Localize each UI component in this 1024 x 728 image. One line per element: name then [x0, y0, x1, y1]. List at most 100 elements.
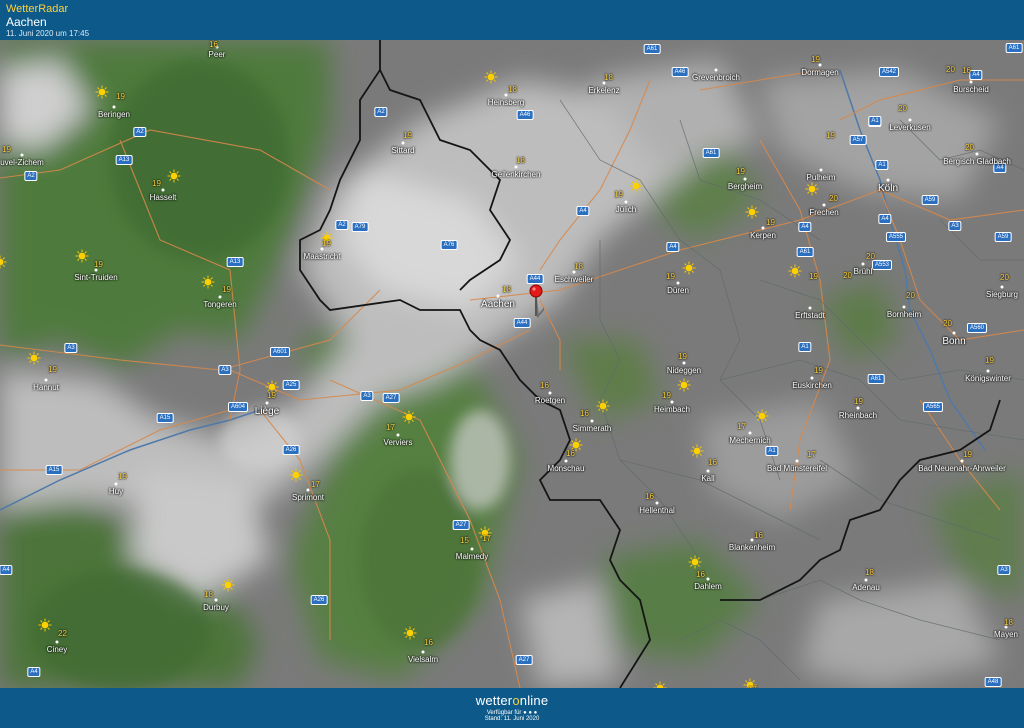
city-label[interactable]: Geilenkirchen: [492, 170, 541, 179]
city-label[interactable]: Bergisch Gladbach: [943, 157, 1011, 166]
city-dot: [761, 226, 765, 230]
city-label[interactable]: Sittard: [391, 146, 414, 155]
city-dot: [986, 369, 990, 373]
city-label[interactable]: Mayen: [994, 630, 1018, 639]
city-label[interactable]: Grevenbroich: [692, 73, 740, 82]
road-shield: A2: [133, 127, 147, 137]
city-label[interactable]: Hellenthal: [639, 506, 675, 515]
city-label[interactable]: Köln: [878, 183, 898, 194]
road-shield: A13: [115, 155, 133, 165]
city-label[interactable]: Frechen: [809, 208, 838, 217]
city-dot: [864, 578, 868, 582]
city-label[interactable]: Vielsalm: [408, 655, 438, 664]
road-shield: A48: [984, 677, 1002, 687]
city-label[interactable]: Königswinter: [965, 374, 1011, 383]
city-label[interactable]: Eschweiler: [555, 275, 594, 284]
city-dot: [1000, 285, 1004, 289]
city-label[interactable]: Malmedy: [456, 552, 488, 561]
temperature-label: 16: [209, 40, 218, 49]
city-label[interactable]: Bornheim: [887, 310, 921, 319]
city-label[interactable]: Erkelenz: [588, 86, 619, 95]
road-shield: A4: [878, 214, 892, 224]
city-label[interactable]: Adenau: [852, 583, 880, 592]
road-shield: A27: [452, 520, 470, 530]
road-shield: A13: [226, 257, 244, 267]
road-shield: A61: [796, 247, 814, 257]
city-label[interactable]: Tongeren: [203, 300, 236, 309]
city-label[interactable]: Sint-Truiden: [74, 273, 117, 282]
sun-icon: [403, 626, 417, 640]
city-label[interactable]: Euskirchen: [792, 381, 832, 390]
city-label[interactable]: Simmerath: [573, 424, 612, 433]
city-label[interactable]: Aachen: [481, 299, 515, 310]
city-label[interactable]: Heinsberg: [488, 98, 524, 107]
city-dot: [514, 165, 518, 169]
sun-icon: [167, 169, 181, 183]
city-dot: [670, 400, 674, 404]
road-shield: A79: [351, 222, 369, 232]
city-label[interactable]: Pulheim: [807, 173, 836, 182]
city-label[interactable]: Leverkusen: [889, 123, 930, 132]
temperature-label: 18: [502, 285, 511, 294]
city-label[interactable]: Siegburg: [986, 290, 1018, 299]
city-label[interactable]: Hasselt: [150, 193, 177, 202]
city-dot: [960, 459, 964, 463]
road-shield: A26: [310, 595, 328, 605]
city-label[interactable]: Bad Münstereifel: [767, 464, 827, 473]
city-label[interactable]: Blankenheim: [729, 543, 775, 552]
city-label[interactable]: Burscheid: [953, 85, 989, 94]
city-label[interactable]: uvel-Zichem: [0, 158, 44, 167]
city-label[interactable]: Düren: [667, 286, 689, 295]
city-label[interactable]: Verviers: [384, 438, 413, 447]
city-label[interactable]: Nideggen: [667, 366, 701, 375]
city-label[interactable]: Dahlem: [694, 582, 722, 591]
city-label[interactable]: Maastricht: [304, 252, 341, 261]
temperature-label: 17: [482, 534, 491, 543]
city-label[interactable]: Hannut: [33, 383, 59, 392]
app-title: WetterRadar: [6, 3, 69, 15]
city-label[interactable]: Bergheim: [728, 182, 762, 191]
road-shield: A3: [997, 565, 1011, 575]
city-label[interactable]: Kerpen: [750, 231, 776, 240]
temperature-label: 19: [267, 391, 276, 400]
city-label[interactable]: Peer: [209, 50, 226, 59]
sun-icon: [629, 179, 643, 193]
city-label[interactable]: Heimbach: [654, 405, 690, 414]
city-label[interactable]: Beringen: [98, 110, 130, 119]
city-label[interactable]: Ciney: [47, 645, 67, 654]
city-dot: [748, 431, 752, 435]
city-dot: [861, 262, 865, 266]
city-label[interactable]: Jülich: [616, 205, 636, 214]
city-label[interactable]: Mechernich: [729, 436, 770, 445]
city-label[interactable]: Kall: [701, 474, 714, 483]
road-shield: A61: [643, 44, 661, 54]
city-label[interactable]: Durbuy: [203, 603, 229, 612]
city-label[interactable]: Erftstadt: [795, 311, 825, 320]
city-label[interactable]: Monschau: [548, 464, 585, 473]
road-shield: A61: [702, 148, 720, 158]
road-shield: A2: [24, 171, 38, 181]
city-label[interactable]: Rheinbach: [839, 411, 877, 420]
temperature-label: 17: [807, 450, 816, 459]
city-label[interactable]: Brühl: [854, 267, 873, 276]
city-dot: [55, 640, 59, 644]
temperature-label: 18: [604, 73, 613, 82]
city-dot: [214, 598, 218, 602]
wetteronline-logo[interactable]: wetteronline: [0, 693, 1024, 708]
temperature-label: 17: [737, 422, 746, 431]
temperature-label: 22: [58, 629, 67, 638]
city-label[interactable]: Bad Neuenahr-Ahrweiler: [918, 464, 1006, 473]
weather-radar-map[interactable]: A2 A13 A2 A13 A3 A601 A3 A25 A604 A15 A15 A4 A4 A26 A2…: [0, 40, 1024, 688]
road-shield: A4: [798, 222, 812, 232]
temperature-label: 19: [811, 55, 820, 64]
city-label[interactable]: Bonn: [942, 336, 965, 347]
city-label[interactable]: Dormagen: [801, 68, 838, 77]
sun-icon: [289, 468, 303, 482]
temperature-label: 20: [829, 194, 838, 203]
city-label[interactable]: Liège: [255, 406, 279, 417]
city-label[interactable]: Sprimont: [292, 493, 324, 502]
temperature-label: 20: [906, 291, 915, 300]
city-label[interactable]: Huy: [109, 487, 123, 496]
city-label[interactable]: Roetgen: [535, 396, 565, 405]
city-dot: [306, 488, 310, 492]
